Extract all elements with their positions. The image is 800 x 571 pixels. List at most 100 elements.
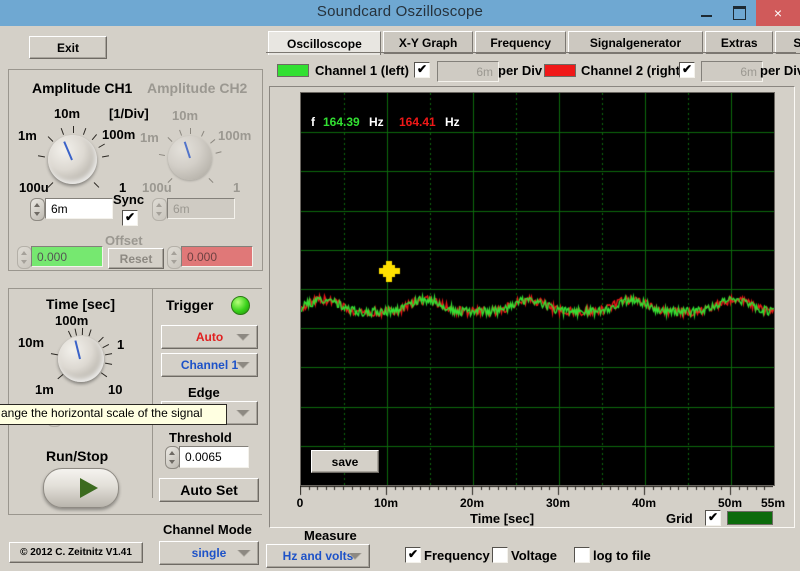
window-title: Soundcard Oszilloscope: [316, 3, 484, 20]
threshold-input[interactable]: 0.0065: [179, 446, 249, 468]
knob-needle: [183, 141, 191, 159]
knob-tick: [93, 182, 99, 188]
offset-ch2-spinner[interactable]: [167, 246, 182, 269]
frequency-checkbox[interactable]: ✔: [405, 547, 421, 563]
freq-prefix: f: [311, 115, 315, 129]
amplitude-ch1-label-1m: 1m: [18, 128, 37, 143]
knob-tick: [97, 143, 105, 148]
sync-checkbox[interactable]: ✔: [122, 210, 138, 226]
channel1-checkbox[interactable]: ✔: [414, 62, 430, 78]
offset-reset-button[interactable]: Reset: [108, 248, 164, 269]
grid-label: Grid: [666, 511, 693, 526]
time-label-10m: 10m: [18, 335, 45, 350]
amplitude-ch1-input[interactable]: 6m: [45, 198, 113, 219]
channel1-per-div-label: per Div: [498, 63, 543, 78]
chevron-down-icon: [348, 553, 362, 560]
amplitude-ch1-spinner[interactable]: [30, 198, 45, 221]
grid-checkbox[interactable]: ✔: [705, 510, 721, 526]
scope-plot[interactable]: f 164.39 Hz 164.41 Hz save: [300, 92, 775, 486]
trigger-mode-dropdown[interactable]: Auto: [161, 325, 258, 349]
tab-x-y-graph[interactable]: X-Y Graph: [382, 31, 474, 54]
knob-tick: [158, 153, 165, 156]
amplitude-ch2-label-1m: 1m: [140, 130, 159, 145]
knob-tick: [101, 155, 109, 158]
auto-set-button[interactable]: Auto Set: [159, 478, 259, 502]
channel2-checkbox[interactable]: ✔: [679, 62, 695, 78]
runstop-label: Run/Stop: [46, 448, 109, 464]
trigger-source-dropdown[interactable]: Channel 1: [161, 353, 258, 377]
tab-extras[interactable]: Extras: [705, 31, 774, 54]
channel2-per-div-input[interactable]: 6m: [701, 61, 763, 82]
knob-tick: [82, 128, 86, 135]
offset-ch2-input[interactable]: 0.000: [181, 246, 253, 267]
trigger-edge-label: Edge: [188, 385, 220, 400]
chevron-down-icon: [236, 410, 250, 417]
channel2-frequency-unit: Hz: [445, 115, 460, 129]
measure-title: Measure: [304, 528, 357, 543]
title-bar: Soundcard Oszilloscope ×: [0, 0, 800, 26]
x-tick-label: 20m: [459, 496, 485, 510]
copyright-button[interactable]: © 2012 C. Zeitnitz V1.41: [9, 542, 143, 563]
tooltip: ange the horizontal scale of the signal: [0, 404, 227, 425]
knob-tick: [67, 330, 72, 338]
tab-baseline: [266, 52, 796, 53]
measure-mode-value: Hz and volts: [282, 549, 354, 563]
offset-ch1-spinner[interactable]: [17, 246, 32, 269]
close-button[interactable]: ×: [756, 0, 800, 26]
channel1-label: Channel 1 (left): [315, 63, 409, 78]
minimize-icon: [701, 15, 712, 17]
trigger-title: Trigger: [166, 297, 214, 313]
knob-tick: [104, 353, 112, 356]
threshold-spinner[interactable]: [165, 446, 180, 469]
offset-ch1-input[interactable]: 0.000: [31, 246, 103, 267]
amplitude-ch2-knob[interactable]: [139, 110, 239, 210]
knob-body[interactable]: [58, 336, 104, 382]
amplitude-ch2-spinner[interactable]: [152, 198, 167, 221]
amplitude-ch1-title: Amplitude CH1: [32, 80, 133, 96]
maximize-button[interactable]: [723, 0, 756, 26]
knob-body[interactable]: [168, 136, 212, 180]
channel-mode-dropdown[interactable]: single: [159, 541, 259, 565]
tab-label: X-Y Graph: [398, 35, 458, 50]
knob-tick: [87, 329, 92, 337]
knob-body[interactable]: [48, 135, 97, 184]
knob-tick: [37, 155, 45, 158]
knob-tick: [101, 344, 109, 349]
amplitude-ch2-input[interactable]: 6m: [167, 198, 235, 219]
measure-mode-dropdown[interactable]: Hz and volts: [266, 544, 370, 568]
knob-tick: [81, 328, 83, 336]
tab-label: Oscilloscope: [287, 36, 362, 51]
time-label-1m: 1m: [35, 382, 54, 397]
time-label-10: 10: [108, 382, 123, 397]
play-icon: [80, 478, 98, 498]
x-axis-ticks: [300, 486, 773, 496]
x-tick-label: 55m: [760, 496, 786, 510]
log-to-file-checkbox[interactable]: [574, 547, 590, 563]
tab-label: Settings: [793, 35, 800, 50]
scope-frame: f 164.39 Hz 164.41 Hz save 0 10m 20m 30m 40m…: [269, 86, 795, 528]
voltage-checkbox[interactable]: [492, 547, 508, 563]
offset-label: Offset: [105, 233, 143, 248]
amplitude-ch2-label-1: 1: [233, 180, 241, 195]
tab-frequency[interactable]: Frequency: [475, 31, 566, 54]
tab-settings[interactable]: Settings: [775, 31, 800, 54]
runstop-button[interactable]: [43, 468, 119, 508]
time-title: Time [sec]: [46, 296, 115, 312]
x-tick-label: 10m: [373, 496, 399, 510]
channel1-per-div-input[interactable]: 6m: [437, 61, 499, 82]
x-tick-label: 50m: [717, 496, 743, 510]
amplitude-ch2-label-10m: 10m: [172, 108, 199, 123]
channel-mode-value: single: [191, 546, 227, 560]
knob-needle: [63, 141, 73, 161]
knob-tick: [201, 130, 205, 137]
save-button[interactable]: save: [311, 450, 379, 473]
knob-tick: [210, 139, 216, 144]
grid-color-swatch[interactable]: [727, 511, 773, 525]
minimize-button[interactable]: [690, 0, 723, 26]
knob-tick: [167, 137, 173, 142]
channel1-frequency-unit: Hz: [369, 115, 384, 129]
tab-signalgenerator[interactable]: Signalgenerator: [568, 31, 703, 54]
channel2-color-swatch: [544, 64, 576, 77]
exit-button[interactable]: Exit: [29, 36, 107, 59]
knob-tick: [74, 328, 77, 336]
